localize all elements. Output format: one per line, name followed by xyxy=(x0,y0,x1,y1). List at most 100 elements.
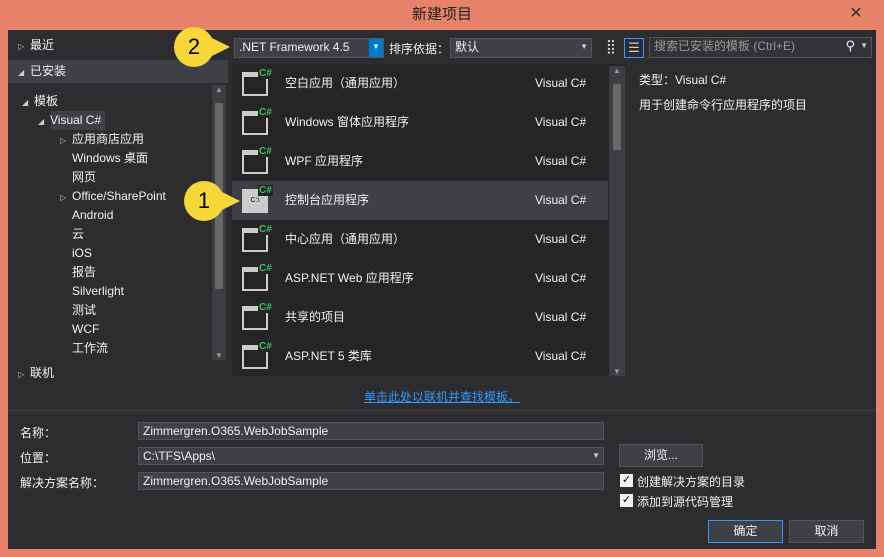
location-label: 位置： xyxy=(20,451,57,465)
template-name: 中心应用（通用应用） xyxy=(285,232,406,246)
list-scrollbar[interactable]: ▲ ▼ xyxy=(609,66,625,376)
divider xyxy=(8,410,876,411)
create-dir-checkbox[interactable]: ✓ xyxy=(620,474,633,487)
tree-item[interactable]: 测试 xyxy=(60,301,96,320)
tree-item[interactable]: Windows 桌面 xyxy=(60,149,148,168)
csharp-badge-icon: C# xyxy=(258,263,273,274)
csharp-badge-icon: C# xyxy=(258,302,273,313)
label: Android xyxy=(72,208,114,222)
tree-item[interactable]: 云 xyxy=(60,225,84,244)
template-language: Visual C# xyxy=(535,115,587,129)
template-row[interactable]: C# ASP.NET 5 类库 Visual C# xyxy=(232,337,608,376)
label: 应用商店应用 xyxy=(72,132,145,146)
template-language: Visual C# xyxy=(535,271,587,285)
solution-label: 解决方案名称： xyxy=(20,476,105,490)
chevron-down-icon: ▼ xyxy=(860,41,868,50)
callout-2: 2 xyxy=(174,27,230,67)
window-title: 新建项目 xyxy=(411,6,472,23)
ok-button[interactable]: 确定 xyxy=(708,520,783,543)
browse-button[interactable]: 浏览... xyxy=(619,444,703,467)
tree-item[interactable]: Silverlight xyxy=(60,282,124,301)
label: Office/SharePoint xyxy=(72,189,166,203)
online-templates-link[interactable]: 单击此处以联机并查找模板。 xyxy=(364,388,520,405)
label: 网页 xyxy=(72,170,97,184)
tree-item[interactable]: ▷ 应用商店应用 xyxy=(60,130,144,149)
close-button[interactable]: ✕ xyxy=(836,0,876,28)
template-name: 空白应用（通用应用） xyxy=(285,76,406,90)
template-language: Visual C# xyxy=(535,154,587,168)
expand-icon: ▷ xyxy=(60,136,67,145)
tree-online[interactable]: ▷ 联机 xyxy=(18,364,54,383)
small-icons-view-button[interactable]: ⣿ xyxy=(601,38,621,58)
csharp-badge-icon: C# xyxy=(258,224,273,235)
callout-1: 1 xyxy=(184,181,240,221)
cancel-button[interactable]: 取消 xyxy=(789,520,864,543)
csharp-badge-icon: C# xyxy=(258,107,273,118)
tree-scrollbar[interactable]: ▲ ▼ xyxy=(212,85,226,360)
search-icon: ⚲ xyxy=(845,38,855,53)
label: 测试 xyxy=(72,303,97,317)
label: 工作流 xyxy=(72,341,109,355)
list-view-button[interactable]: ☰ xyxy=(624,38,644,58)
label: Silverlight xyxy=(72,284,125,298)
csharp-badge-icon: C# xyxy=(258,68,273,79)
chevron-down-icon: ▼ xyxy=(592,451,600,460)
label: 最近 xyxy=(30,38,55,52)
chevron-down-icon: ▼ xyxy=(369,39,383,57)
sort-value: 默认 xyxy=(455,40,480,54)
template-name: WPF 应用程序 xyxy=(285,154,363,168)
template-row[interactable]: C:\ C# 控制台应用程序 Visual C# xyxy=(232,181,608,220)
location-input[interactable]: C:\TFS\Apps\ ▼ xyxy=(138,447,604,465)
expand-icon: ▷ xyxy=(18,42,25,51)
template-name: 控制台应用程序 xyxy=(285,193,370,207)
template-row[interactable]: C# 中心应用（通用应用） Visual C# xyxy=(232,220,608,259)
tree-item[interactable]: Android xyxy=(60,206,113,225)
template-row[interactable]: C# ASP.NET Web 应用程序 Visual C# xyxy=(232,259,608,298)
sort-select[interactable]: 默认 ▼ xyxy=(450,38,592,58)
tree-item[interactable]: 网页 xyxy=(60,168,96,187)
tree-installed[interactable]: ◢ 已安装 xyxy=(18,62,66,81)
template-language: Visual C# xyxy=(535,193,587,207)
tree-item[interactable]: WCF xyxy=(60,320,99,339)
solution-input[interactable]: Zimmergren.O365.WebJobSample xyxy=(138,472,604,490)
template-language: Visual C# xyxy=(535,76,587,90)
tree-item[interactable]: ▷ Office/SharePoint xyxy=(60,187,166,206)
name-input[interactable]: Zimmergren.O365.WebJobSample xyxy=(138,422,604,440)
template-language: Visual C# xyxy=(535,310,587,324)
tree-item[interactable]: 报告 xyxy=(60,263,96,282)
collapse-icon: ◢ xyxy=(18,68,25,77)
expand-icon: ▷ xyxy=(60,193,67,202)
template-language: Visual C# xyxy=(535,232,587,246)
template-row[interactable]: C# 空白应用（通用应用） Visual C# xyxy=(232,64,608,103)
template-name: Windows 窗体应用程序 xyxy=(285,115,410,129)
label: 联机 xyxy=(30,366,55,380)
template-row[interactable]: C# WPF 应用程序 Visual C# xyxy=(232,142,608,181)
template-language: Visual C# xyxy=(535,349,587,363)
tree-visual-csharp[interactable]: ◢ Visual C# xyxy=(38,111,101,130)
label: Visual C# xyxy=(50,113,102,127)
tree-item[interactable]: iOS xyxy=(60,244,92,263)
collapse-icon: ◢ xyxy=(22,98,29,107)
label: Windows 桌面 xyxy=(72,151,149,165)
tree-item[interactable]: 工作流 xyxy=(60,339,108,358)
template-name: ASP.NET Web 应用程序 xyxy=(285,271,414,285)
csharp-badge-icon: C# xyxy=(258,341,273,352)
label: iOS xyxy=(72,246,93,260)
sort-label: 排序依据： xyxy=(389,42,450,56)
tree-recent[interactable]: ▷ 最近 xyxy=(18,36,54,55)
add-source-checkbox[interactable]: ✓ xyxy=(620,494,633,507)
csharp-badge-icon: C# xyxy=(258,185,273,196)
create-dir-label: 创建解决方案的目录 xyxy=(637,475,746,489)
template-row[interactable]: C# Windows 窗体应用程序 Visual C# xyxy=(232,103,608,142)
framework-value: .NET Framework 4.5 xyxy=(239,40,350,54)
label: 报告 xyxy=(72,265,97,279)
search-input[interactable]: 搜索已安装的模板 (Ctrl+E) ⚲ ▼ xyxy=(649,37,872,58)
tree-templates[interactable]: ◢ 模板 xyxy=(22,92,58,111)
collapse-icon: ◢ xyxy=(38,117,45,126)
search-placeholder: 搜索已安装的模板 (Ctrl+E) xyxy=(654,39,796,53)
csharp-badge-icon: C# xyxy=(258,146,273,157)
expand-icon: ▷ xyxy=(18,370,25,379)
label: 模板 xyxy=(34,94,59,108)
framework-select[interactable]: .NET Framework 4.5 ▼ xyxy=(234,38,384,58)
template-row[interactable]: C# 共享的项目 Visual C# xyxy=(232,298,608,337)
